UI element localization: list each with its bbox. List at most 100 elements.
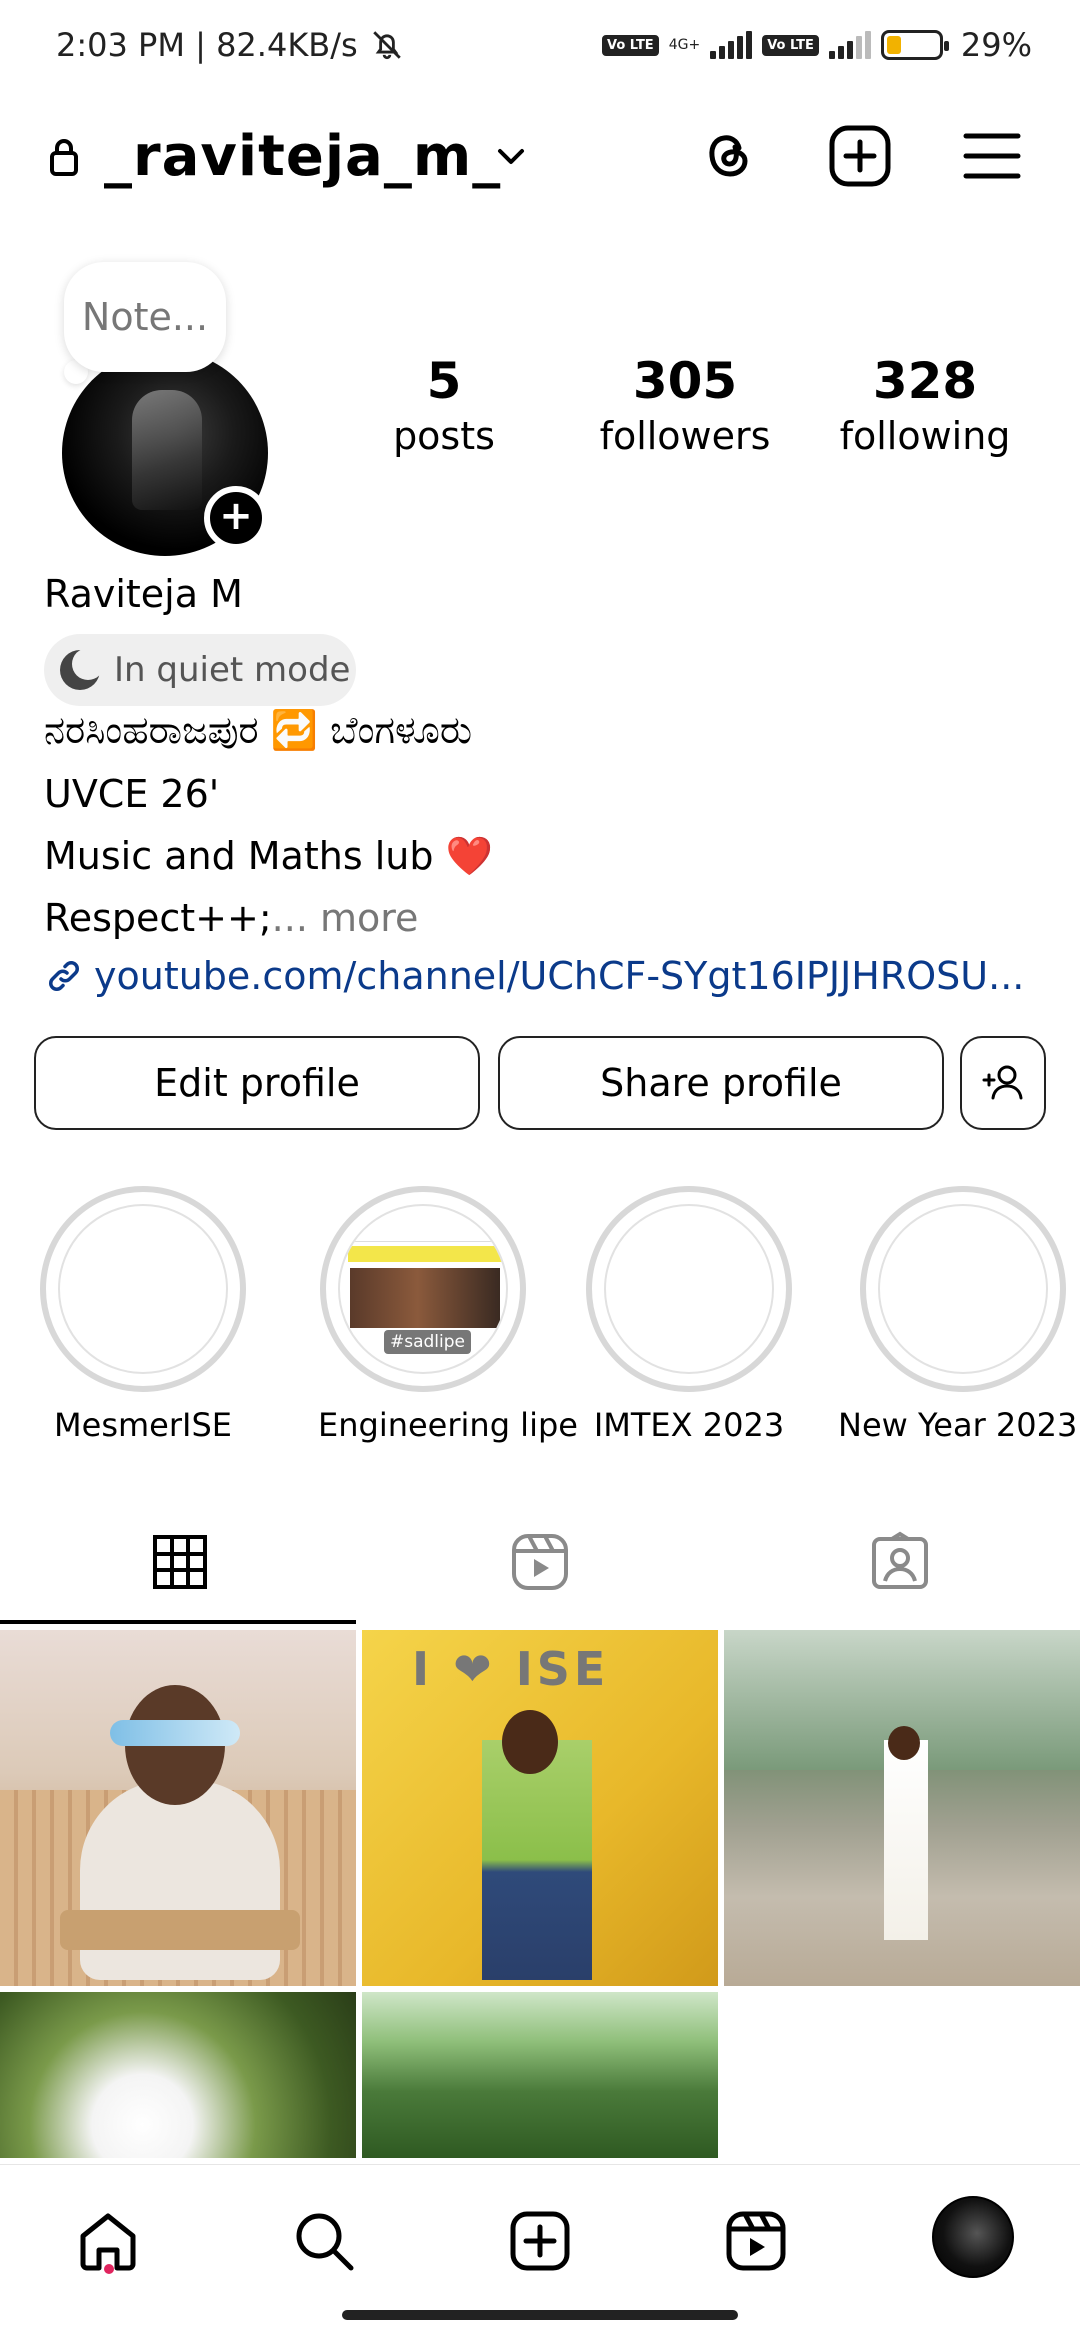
cover-caption-top [340, 1220, 506, 1242]
highlight-cover [604, 1204, 774, 1374]
gesture-bar [342, 2310, 738, 2320]
full-name: Raviteja M [44, 572, 243, 616]
discover-people-button[interactable] [960, 1036, 1046, 1130]
add-person-icon [982, 1065, 1023, 1100]
nav-reels[interactable] [716, 2201, 796, 2281]
add-post-icon[interactable] [826, 122, 894, 190]
avatar-figure [132, 390, 202, 510]
nav-create[interactable] [500, 2201, 580, 2281]
signal-icon-2 [828, 31, 871, 59]
battery-fill [886, 36, 902, 54]
post-1-shirt [80, 1780, 280, 1980]
post-2-face [502, 1710, 558, 1774]
post-3-face [888, 1726, 920, 1760]
search-icon [296, 2213, 354, 2271]
stat-followers-value: 305 [632, 352, 738, 410]
highlight-label: New Year 2023 [838, 1406, 1078, 1444]
username[interactable]: _raviteja_m_ [104, 124, 501, 189]
highlight-cover [58, 1204, 228, 1374]
bio-line-1: ನರಸಿಂಹರಾಜಪುರ 🔁 ಬೆಂಗಳೂರು [44, 708, 473, 752]
nav-profile-avatar[interactable] [932, 2196, 1014, 2278]
tab-tagged[interactable] [720, 1500, 1080, 1624]
highlight-new-year-2023[interactable]: New Year 2023 [838, 1186, 1077, 1444]
grid-icon [153, 1535, 207, 1589]
more-link[interactable]: ... more [272, 896, 419, 940]
highlight-ring [860, 1186, 1066, 1392]
tab-grid[interactable] [0, 1500, 360, 1624]
add-story-button[interactable]: + [204, 486, 268, 550]
link-icon [49, 961, 79, 991]
stat-posts-value: 5 [426, 352, 462, 410]
grid-post-3[interactable] [724, 1630, 1080, 1986]
network-type: 4G+ [668, 37, 701, 53]
highlight-label: Engineering lipe [318, 1406, 578, 1444]
grid-post-1[interactable] [0, 1630, 356, 1986]
post-2-sign: I ❤ ISE [412, 1642, 610, 1696]
create-icon [510, 2211, 570, 2271]
reels-icon [726, 2211, 786, 2271]
post-1-sunglasses [110, 1720, 240, 1746]
grid-post-2[interactable]: I ❤ ISE [362, 1630, 718, 1986]
threads-icon[interactable] [694, 122, 762, 190]
post-3-person [884, 1740, 928, 1940]
highlight-cover [878, 1204, 1048, 1374]
stat-following[interactable]: 328 following [830, 352, 1020, 458]
edit-profile-button[interactable]: Edit profile [34, 1036, 480, 1130]
cover-badge: #sadlipe [384, 1330, 472, 1354]
tab-reels[interactable] [360, 1500, 720, 1624]
bell-muted-icon [372, 31, 401, 60]
share-profile-button[interactable]: Share profile [498, 1036, 944, 1130]
post-2-person [482, 1740, 592, 1980]
stat-following-value: 328 [872, 352, 978, 410]
battery-percent: 29% [960, 26, 1032, 64]
highlight-ring [586, 1186, 792, 1392]
grid-post-4[interactable] [0, 1992, 356, 2158]
menu-icon[interactable] [958, 122, 1026, 190]
moon-icon [60, 648, 102, 690]
stat-following-label: following [839, 414, 1011, 458]
highlight-label: IMTEX 2023 [593, 1406, 785, 1444]
highlight-label: MesmerISE [54, 1406, 232, 1444]
battery-icon [880, 30, 949, 60]
stat-posts-label: posts [393, 414, 495, 458]
profile-header: _raviteja_m_ [0, 110, 1080, 210]
bio-line-3: Music and Maths lub ❤️ [44, 834, 493, 878]
profile-link-text: youtube.com/channel/UChCF-SYgt16IPJJHROS… [94, 954, 1025, 998]
highlight-imtex-2023[interactable]: IMTEX 2023 [584, 1186, 794, 1444]
bio-line-4-text: Respect++; [44, 896, 272, 940]
post-1-chair [60, 1910, 300, 1950]
active-tab-indicator [0, 1620, 356, 1624]
grid-post-5[interactable] [362, 1992, 718, 2158]
cover-caption-highlight [348, 1246, 502, 1262]
volte-icon-2: Vo LTE [762, 34, 819, 56]
home-notification-dot [104, 2264, 114, 2274]
bio-line-4: Respect++;... more [44, 896, 418, 940]
highlight-ring [40, 1186, 246, 1392]
highlight-engineering-lipe[interactable]: #sadlipe Engineering lipe [318, 1186, 578, 1444]
highlight-ring: #sadlipe [320, 1186, 526, 1392]
chevron-down-icon[interactable] [494, 142, 528, 172]
status-time-speed: 2:03 PM | 82.4KB/s [56, 26, 358, 64]
status-right: Vo LTE 4G+ Vo LTE 29% [602, 26, 1032, 64]
cover-photo [350, 1268, 500, 1328]
stat-followers-label: followers [599, 414, 771, 458]
highlight-mesmerise[interactable]: MesmerISE [38, 1186, 248, 1444]
bio-line-2: UVCE 26' [44, 772, 220, 816]
quiet-mode-label: In quiet mode [114, 650, 351, 690]
quiet-mode-chip[interactable]: In quiet mode [44, 634, 356, 706]
stat-followers[interactable]: 305 followers [588, 352, 782, 458]
reels-icon [512, 1534, 568, 1590]
status-bar: 2:03 PM | 82.4KB/s Vo LTE 4G+ Vo LTE 29% [0, 0, 1080, 96]
profile-tabs [0, 1500, 1080, 1624]
stat-posts[interactable]: 5 posts [374, 352, 514, 458]
volte-icon: Vo LTE [602, 34, 659, 56]
signal-icon-1 [710, 31, 753, 59]
lock-icon [50, 139, 78, 176]
profile-link[interactable]: youtube.com/channel/UChCF-SYgt16IPJJHROS… [44, 954, 1024, 998]
note-placeholder: Note... [64, 262, 226, 372]
nav-search[interactable] [284, 2201, 364, 2281]
note-bubble[interactable]: Note... [64, 262, 226, 372]
highlight-cover: #sadlipe [338, 1204, 508, 1374]
tagged-icon [872, 1531, 928, 1589]
status-left: 2:03 PM | 82.4KB/s [56, 26, 404, 64]
